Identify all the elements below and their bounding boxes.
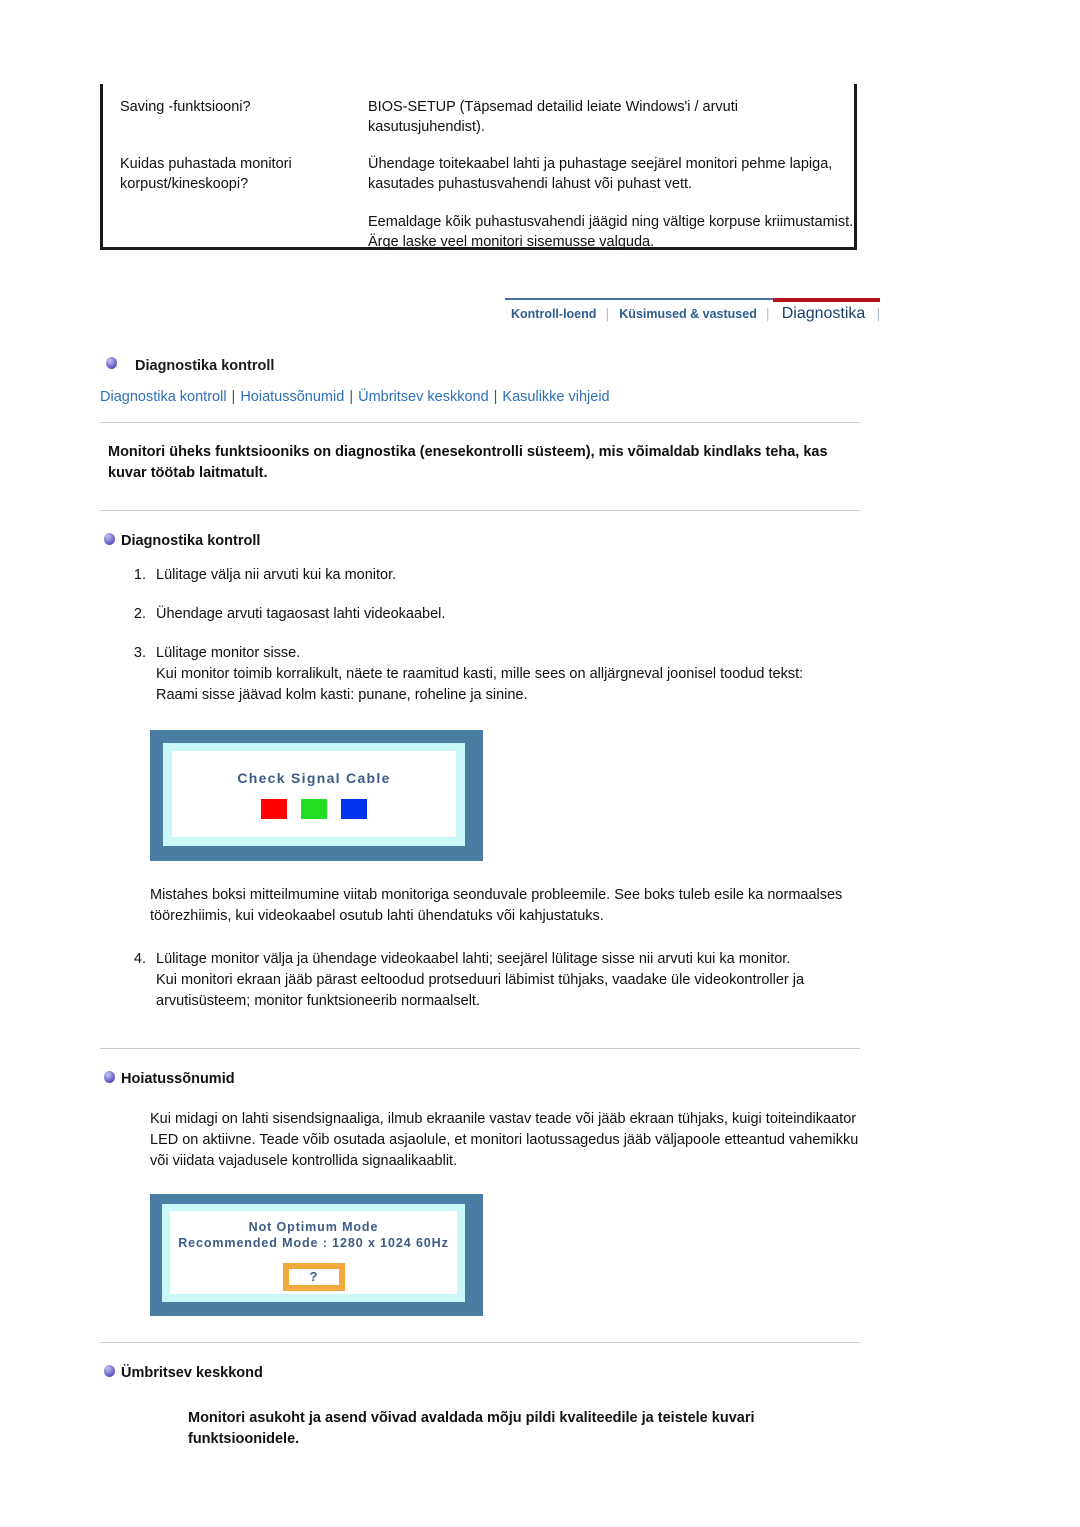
osd-not-optimum-mode-image: Not Optimum Mode Recommended Mode : 1280… [150,1194,483,1316]
red-swatch [261,799,287,819]
link-separator: | [493,389,498,405]
step-line: Kui monitori ekraan jääb pärast eeltoodu… [156,972,805,1009]
diagnostics-note: Mistahes boksi mitteilmumine viitab moni… [150,887,843,924]
step-line: Lülitage välja nii arvuti kui ka monitor… [156,567,397,583]
list-item: Lülitage monitor välja ja ühendage video… [150,949,860,1012]
section-heading-diagnostika: Diagnostika kontroll [100,533,860,549]
link-separator: | [231,389,236,405]
link-umbritsev-keskkond[interactable]: Ümbritsev keskkond [358,389,489,405]
table-row: Saving -funktsiooni? BIOS-SETUP (Täpsema… [103,84,854,137]
link-diagnostika-kontroll[interactable]: Diagnostika kontroll [100,389,227,405]
step-line: Ühendage arvuti tagaosast lahti videokaa… [156,606,446,622]
tab-separator: │ [604,309,612,321]
list-item: Lülitage monitor sisse. Kui monitor toim… [150,643,860,706]
lead-paragraph: Monitori üheks funktsiooniks on diagnost… [108,444,828,481]
osd-screen: Not Optimum Mode Recommended Mode : 1280… [170,1211,457,1294]
diagnostics-step-list: Lülitage välja nii arvuti kui ka monitor… [100,565,860,706]
osd-question-box: ? [282,1263,345,1291]
faq-answer-paragraph: BIOS-SETUP (Täpsemad detailid leiate Win… [368,99,738,135]
tab-kusimused-vastused[interactable]: Küsimused & vastused [613,307,763,321]
faq-answer-paragraph: Ühendage toitekaabel lahti ja puhastage … [368,156,833,192]
blue-swatch [341,799,367,819]
osd-check-signal-cable-image: Check Signal Cable [150,730,483,861]
section-link-row: Diagnostika kontroll | Hoiatussõnumid | Ümbr… [100,386,860,408]
step-line: Lülitage monitor sisse. [156,645,301,661]
link-separator: | [349,389,354,405]
osd-line2-text: Recommended Mode : 1280 x 1024 60Hz [178,1236,449,1250]
tab-list: Kontroll-loend │ Küsimused & vastused │ … [505,305,884,323]
section-heading-umbritsev-keskkond: Ümbritsev keskkond [100,1365,860,1381]
warnings-body: Kui midagi on lahti sisendsignaaliga, il… [150,1111,859,1169]
bullet-orb-icon [106,357,117,370]
environment-body: Monitori asukoht ja asend võivad avaldad… [188,1410,755,1447]
tab-kontroll-loend[interactable]: Kontroll-loend [505,307,602,321]
divider [100,422,860,423]
faq-answer: BIOS-SETUP (Täpsemad detailid leiate Win… [368,97,854,137]
page-title: Diagnostika kontroll [100,357,860,374]
osd-title-text: Check Signal Cable [237,770,391,786]
link-kasulikke-vihjeid[interactable]: Kasulikke vihjeid [502,389,609,405]
section-heading-label: Diagnostika kontroll [121,533,261,549]
tab-separator: │ [875,309,883,321]
list-item: Lülitage välja nii arvuti kui ka monitor… [150,565,860,586]
tab-navigation-bar: Kontroll-loend │ Küsimused & vastused │ … [505,298,882,334]
green-swatch [301,799,327,819]
osd-line1-text: Not Optimum Mode [248,1220,379,1234]
tabbar-rule-blue [505,298,773,300]
divider [100,510,860,511]
tab-diagnostika[interactable]: Diagnostika [774,305,874,323]
faq-question: Saving -funktsiooni? [120,99,251,115]
section-heading-label: Hoiatussõnumid [121,1071,235,1087]
faq-question: Kuidas puhastada monitori korpust/kinesk… [120,156,292,192]
diagnostics-step-list-continued: Lülitage monitor välja ja ühendage video… [100,949,860,1012]
osd-inner-bezel: Not Optimum Mode Recommended Mode : 1280… [162,1204,465,1302]
bullet-orb-icon [104,533,115,546]
bullet-orb-icon [104,1365,115,1378]
list-item: Ühendage arvuti tagaosast lahti videokaa… [150,604,860,625]
link-hoiatussonumid[interactable]: Hoiatussõnumid [240,389,344,405]
main-content: Diagnostika kontroll Diagnostika kontrol… [100,357,860,1450]
table-row: Kuidas puhastada monitori korpust/kinesk… [103,137,854,252]
bullet-orb-icon [104,1071,115,1084]
divider [100,1342,860,1343]
osd-color-swatches [172,799,456,819]
step-line: Raami sisse jäävad kolm kasti: punane, r… [156,687,528,703]
step-line: Kui monitor toimib korralikult, näete te… [156,666,804,682]
osd-inner-bezel: Check Signal Cable [163,743,465,846]
osd-screen: Check Signal Cable [172,751,456,837]
divider [100,1048,860,1049]
tabbar-rule-red [773,298,880,302]
tab-separator: │ [764,309,772,321]
faq-table: Saving -funktsiooni? BIOS-SETUP (Täpsema… [100,84,857,250]
section-heading-label: Ümbritsev keskkond [121,1365,263,1381]
step-line: Lülitage monitor välja ja ühendage video… [156,951,791,967]
section-heading-hoiatussonumid: Hoiatussõnumid [100,1071,860,1087]
page-title-label: Diagnostika kontroll [135,358,275,374]
faq-answer: Ühendage toitekaabel lahti ja puhastage … [368,154,854,252]
faq-answer-paragraph: Eemaldage kõik puhastusvahendi jäägid ni… [368,214,854,250]
